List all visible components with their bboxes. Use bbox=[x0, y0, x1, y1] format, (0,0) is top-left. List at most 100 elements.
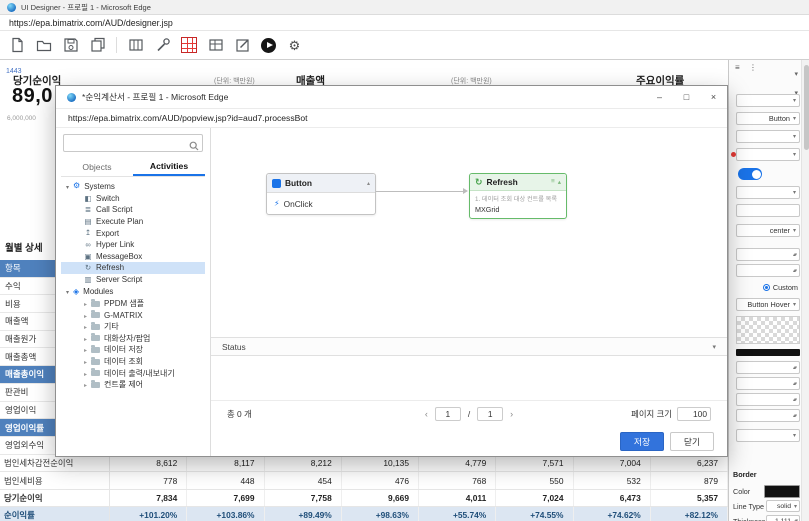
next-page-button[interactable]: › bbox=[510, 409, 513, 419]
popup-titlebar[interactable]: *순익계산서 - 프로필 1 - Microsoft Edge – □ × bbox=[56, 86, 727, 109]
table-icon[interactable] bbox=[207, 37, 224, 54]
refresh-node-header[interactable]: Refresh bbox=[470, 174, 566, 191]
control-type-select[interactable]: Button bbox=[736, 112, 800, 125]
custom-radio[interactable]: Custom bbox=[762, 283, 798, 292]
address-bar[interactable]: https://epa.bimatrix.com/AUD/designer.js… bbox=[0, 15, 809, 31]
tree-item[interactable]: 기타 bbox=[61, 321, 205, 333]
prop-stepper[interactable] bbox=[736, 393, 800, 406]
new-document-icon[interactable] bbox=[8, 37, 25, 54]
open-folder-icon[interactable] bbox=[35, 37, 52, 54]
caret-right-icon bbox=[84, 311, 87, 320]
node-title: Refresh bbox=[486, 177, 518, 187]
search-input[interactable] bbox=[67, 136, 199, 150]
panel-dock-icon[interactable]: ≡ bbox=[735, 63, 740, 72]
tools-wrench-icon[interactable] bbox=[154, 37, 171, 54]
table-row[interactable]: 법인세차감전순이익 8,612 8,117 8,212 10,135 4,779… bbox=[0, 455, 728, 473]
prop-field[interactable] bbox=[736, 429, 800, 442]
prop-stepper[interactable] bbox=[736, 409, 800, 422]
tree-item[interactable]: ↥ Export bbox=[61, 227, 205, 239]
tree-item[interactable]: ▥ Server Script bbox=[61, 274, 205, 286]
panel-menu-icon[interactable]: ⋮ bbox=[749, 63, 757, 72]
tree-group-systems[interactable]: Systems bbox=[61, 180, 205, 193]
columns-icon[interactable] bbox=[127, 37, 144, 54]
status-section-header[interactable]: Status bbox=[211, 337, 727, 356]
menu-icon[interactable] bbox=[551, 178, 555, 186]
tree-item-label: MessageBox bbox=[96, 251, 143, 261]
thickness-input[interactable]: 1.111 bbox=[766, 515, 800, 521]
tree-group-modules[interactable]: Modules bbox=[61, 285, 205, 298]
run-icon[interactable] bbox=[261, 37, 276, 53]
maximize-button[interactable]: □ bbox=[673, 86, 700, 108]
tree-item[interactable]: PPDM 샘플 bbox=[61, 298, 205, 310]
grid-tool-active-icon[interactable] bbox=[181, 37, 197, 53]
row-label: 영업이익 bbox=[5, 404, 37, 415]
tree-item-label: 기타 bbox=[104, 322, 119, 332]
cell: 4,011 bbox=[419, 489, 497, 507]
prop-stepper[interactable] bbox=[736, 264, 800, 277]
cell: 550 bbox=[496, 472, 574, 489]
prop-stepper[interactable] bbox=[736, 361, 800, 374]
popup-address-bar[interactable]: https://epa.bimatrix.com/AUD/popview.jsp… bbox=[56, 109, 727, 128]
prop-field[interactable] bbox=[736, 204, 800, 217]
table-row[interactable]: 순이익률 +101.20% +103.86% +89.49% +98.63% +… bbox=[0, 507, 728, 521]
search-box[interactable] bbox=[63, 134, 203, 152]
minimize-button[interactable]: – bbox=[646, 86, 673, 108]
page-count-input[interactable] bbox=[477, 406, 504, 421]
prop-field[interactable] bbox=[736, 130, 800, 143]
copy-icon[interactable] bbox=[89, 37, 106, 54]
refresh-node[interactable]: Refresh 1. 데이터 조회 대상 컨트롤 목록 MXGrid bbox=[469, 173, 567, 219]
prop-stepper[interactable] bbox=[736, 248, 800, 261]
settings-gear-icon[interactable]: ⚙ bbox=[286, 37, 303, 54]
prop-field[interactable] bbox=[736, 186, 800, 199]
tree-item[interactable]: 데이터 저장 bbox=[61, 344, 205, 356]
page-scrollbar[interactable] bbox=[801, 60, 809, 521]
fill-transparency-swatch[interactable] bbox=[736, 316, 800, 344]
table-row[interactable]: 당기순이익 7,834 7,699 7,758 9,669 4,011 7,02… bbox=[0, 489, 728, 508]
cell: 6,473 bbox=[574, 489, 651, 507]
tree-item[interactable]: ≣ Call Script bbox=[61, 204, 205, 216]
prop-field[interactable] bbox=[736, 94, 800, 107]
tree-item[interactable]: ▤ Execute Plan bbox=[61, 216, 205, 228]
close-button[interactable]: × bbox=[700, 86, 727, 108]
tree-item[interactable]: ▣ MessageBox bbox=[61, 250, 205, 262]
collapse-icon[interactable] bbox=[367, 180, 370, 187]
refresh-node-body[interactable]: 1. 데이터 조회 대상 컨트롤 목록 MXGrid bbox=[470, 191, 566, 218]
button-node-body[interactable]: OnClick bbox=[267, 193, 375, 214]
tree-item-label: Server Script bbox=[96, 274, 143, 284]
visible-toggle[interactable] bbox=[738, 168, 762, 180]
prop-field[interactable] bbox=[736, 148, 800, 161]
page-input[interactable] bbox=[434, 406, 461, 421]
save-icon[interactable] bbox=[62, 37, 79, 54]
tree-item[interactable]: 데이터 조회 bbox=[61, 356, 205, 368]
tree-item[interactable]: 데이터 출력/내보내기 bbox=[61, 367, 205, 379]
tab-objects[interactable]: Objects bbox=[61, 157, 133, 176]
flow-canvas[interactable]: Button OnClick Refresh bbox=[211, 128, 727, 337]
state-select[interactable]: Button Hover bbox=[736, 298, 800, 311]
color-bar-swatch[interactable] bbox=[736, 349, 800, 356]
border-color-swatch[interactable] bbox=[764, 485, 800, 498]
button-node[interactable]: Button OnClick bbox=[266, 173, 376, 215]
line-type-select[interactable]: solid bbox=[766, 500, 800, 512]
close-dialog-button[interactable]: 닫기 bbox=[670, 431, 714, 451]
tree-item[interactable]: ◧ Switch bbox=[61, 193, 205, 205]
save-button[interactable]: 저장 bbox=[620, 431, 664, 451]
tree-item[interactable]: G-MATRIX bbox=[61, 309, 205, 321]
activity-sidebar: Objects Activities Systems ◧ S bbox=[56, 128, 211, 456]
button-node-header[interactable]: Button bbox=[267, 174, 375, 193]
tab-activities[interactable]: Activities bbox=[133, 157, 205, 176]
page-size-input[interactable] bbox=[677, 406, 711, 421]
panel-collapse-icon[interactable] bbox=[794, 63, 798, 81]
browser-titlebar[interactable]: UI Designer - 프로필 1 - Microsoft Edge bbox=[0, 0, 809, 15]
align-select[interactable]: center bbox=[736, 224, 800, 237]
scrollbar-thumb[interactable] bbox=[803, 65, 809, 150]
tree-item[interactable]: 컨트롤 제어 bbox=[61, 379, 205, 391]
prop-stepper[interactable] bbox=[736, 377, 800, 390]
edit-icon[interactable] bbox=[234, 37, 251, 54]
tree-item[interactable]: 대화상자/팝업 bbox=[61, 333, 205, 345]
prev-page-button[interactable]: ‹ bbox=[425, 409, 428, 419]
properties-panel: ≡ ⋮ Button center Custom Button Hover Bo… bbox=[728, 60, 802, 521]
collapse-icon[interactable] bbox=[558, 178, 561, 186]
table-row[interactable]: 법인세비용 778 448 454 476 768 550 532 879 bbox=[0, 472, 728, 490]
tree-item[interactable]: ↻ Refresh bbox=[61, 262, 205, 274]
tree-item[interactable]: ∞ Hyper Link bbox=[61, 239, 205, 251]
